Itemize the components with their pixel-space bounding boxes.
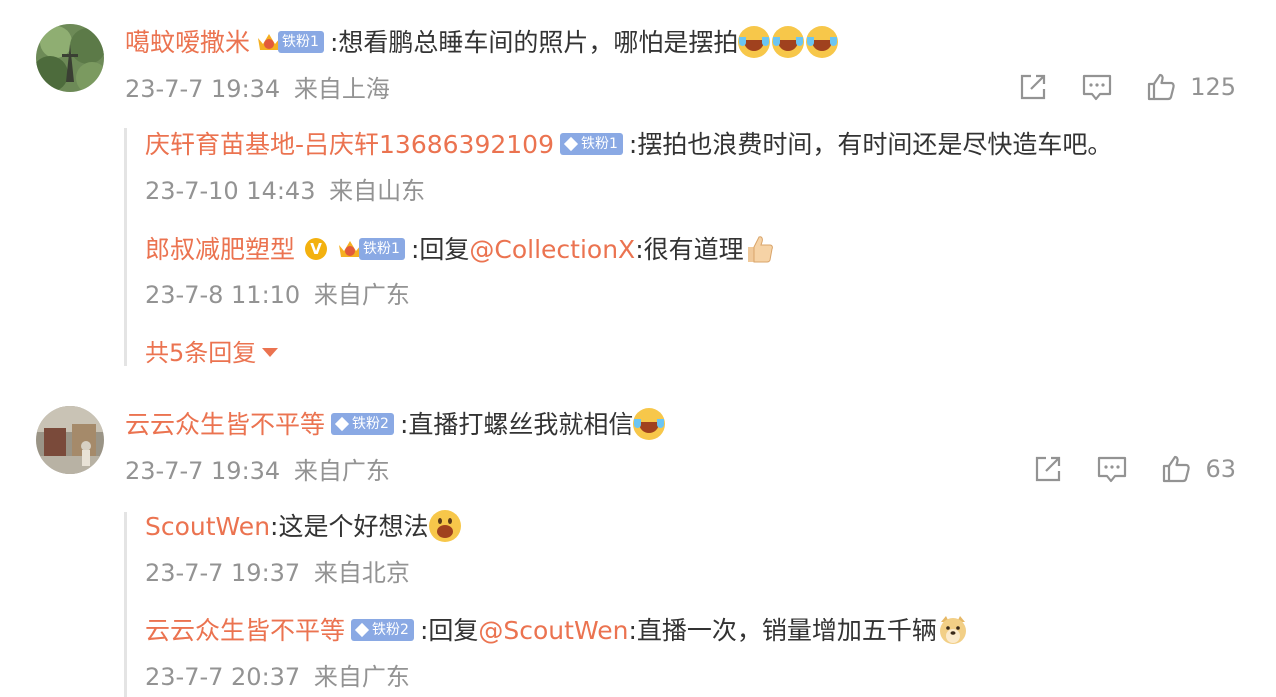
- comment-meta: 23-7-7 19:34 来自上海: [125, 74, 390, 104]
- avatar[interactable]: [36, 406, 104, 474]
- reply-text: 直播一次，销量增加五千辆: [636, 616, 937, 645]
- reply-text: 这是个好想法: [278, 512, 429, 541]
- mention-link[interactable]: @ScoutWen: [478, 616, 628, 645]
- fan-badge[interactable]: 铁粉1: [256, 31, 324, 53]
- thumbs-up-emoji-icon: [747, 236, 773, 263]
- reply-author[interactable]: ScoutWen: [145, 512, 270, 541]
- reply-line: 庆轩育苗基地-吕庆轩13686392109 铁粉1:摆拍也浪费时间，有时间还是尽快…: [145, 130, 1113, 159]
- like-button[interactable]: 125: [1146, 72, 1236, 102]
- comment-icon: [1098, 456, 1127, 483]
- reply-time: 23-7-8 11:10: [145, 281, 301, 309]
- avatar[interactable]: [36, 24, 104, 92]
- laugh-emoji-icon: [633, 408, 666, 440]
- reply-thread: [124, 128, 127, 366]
- reply-meta: 23-7-8 11:10 来自广东: [145, 280, 410, 310]
- comment-location: 来自广东: [293, 457, 390, 485]
- reply-line: ScoutWen:这是个好想法: [145, 510, 463, 546]
- reply-author[interactable]: 云云众生皆不平等: [145, 616, 345, 645]
- comment-author[interactable]: 噶蚊嗳撒米: [125, 28, 250, 57]
- comment-text: 直播打螺丝我就相信: [408, 410, 634, 439]
- comment-line: 噶蚊嗳撒米 铁粉1:想看鹏总睡车间的照片，哪怕是摆拍: [125, 26, 840, 62]
- reply-location: 来自山东: [329, 177, 426, 205]
- comment-actions: 125: [984, 72, 1236, 102]
- reply-text: 摆拍也浪费时间，有时间还是尽快造车吧。: [637, 130, 1113, 159]
- comment-button[interactable]: [1082, 72, 1112, 102]
- comment-actions: 63: [999, 454, 1236, 484]
- reply-location: 来自广东: [313, 663, 410, 691]
- comment-button[interactable]: [1097, 454, 1127, 484]
- reply-line: 郎叔减肥塑型 V 铁粉1:回复@CollectionX:很有道理: [145, 233, 776, 269]
- comment-meta: 23-7-7 19:34 来自广东: [125, 456, 390, 486]
- share-button[interactable]: [1018, 72, 1048, 102]
- diamond-icon: [334, 416, 350, 432]
- reply-meta: 23-7-10 14:43 来自山东: [145, 176, 425, 206]
- more-replies-link[interactable]: 共5条回复: [145, 338, 279, 368]
- comment-time: 23-7-7 19:34: [125, 75, 281, 103]
- mention-link[interactable]: @CollectionX: [469, 235, 635, 264]
- fan-badge[interactable]: 铁粉1: [337, 238, 405, 260]
- fan-badge[interactable]: 铁粉1: [560, 133, 623, 155]
- reply-time: 23-7-7 19:37: [145, 559, 301, 587]
- diamond-icon: [563, 136, 579, 152]
- laugh-emoji-icon: [806, 26, 839, 58]
- share-icon: [1036, 456, 1061, 482]
- grin-emoji-icon: [428, 510, 461, 542]
- diamond-icon: [354, 622, 370, 638]
- reply-thread: [124, 512, 127, 697]
- like-icon: [1163, 455, 1191, 483]
- reply-location: 来自广东: [313, 281, 410, 309]
- fan-badge[interactable]: 铁粉2: [331, 413, 394, 435]
- laugh-emoji-icon: [772, 26, 805, 58]
- like-count: 125: [1190, 73, 1236, 101]
- comment-location: 来自上海: [293, 75, 390, 103]
- doge-emoji-icon: [939, 616, 966, 644]
- verified-icon: V: [305, 238, 328, 260]
- fan-badge[interactable]: 铁粉2: [351, 619, 414, 641]
- comment-line: 云云众生皆不平等 铁粉2:直播打螺丝我就相信: [125, 408, 667, 444]
- share-button[interactable]: [1033, 454, 1063, 484]
- reply-line: 云云众生皆不平等 铁粉2:回复@ScoutWen:直播一次，销量增加五千辆: [145, 614, 969, 650]
- reply-meta: 23-7-7 20:37 来自广东: [145, 662, 410, 692]
- like-icon: [1148, 73, 1175, 101]
- reply-author[interactable]: 庆轩育苗基地-吕庆轩13686392109: [145, 130, 554, 159]
- reply-location: 来自北京: [313, 559, 410, 587]
- share-icon: [1021, 74, 1046, 100]
- laugh-emoji-icon: [738, 26, 771, 58]
- comment-icon: [1083, 74, 1112, 101]
- reply-text: 很有道理: [643, 235, 744, 264]
- like-button[interactable]: 63: [1161, 454, 1236, 484]
- comment-author[interactable]: 云云众生皆不平等: [125, 410, 325, 439]
- caret-down-icon: [262, 348, 279, 357]
- reply-author[interactable]: 郎叔减肥塑型: [145, 235, 295, 264]
- reply-time: 23-7-10 14:43: [145, 177, 316, 205]
- reply-time: 23-7-7 20:37: [145, 663, 301, 691]
- comment-time: 23-7-7 19:34: [125, 457, 281, 485]
- reply-meta: 23-7-7 19:37 来自北京: [145, 558, 410, 588]
- comment-text: 想看鹏总睡车间的照片，哪怕是摆拍: [338, 28, 739, 57]
- like-count: 63: [1205, 455, 1236, 483]
